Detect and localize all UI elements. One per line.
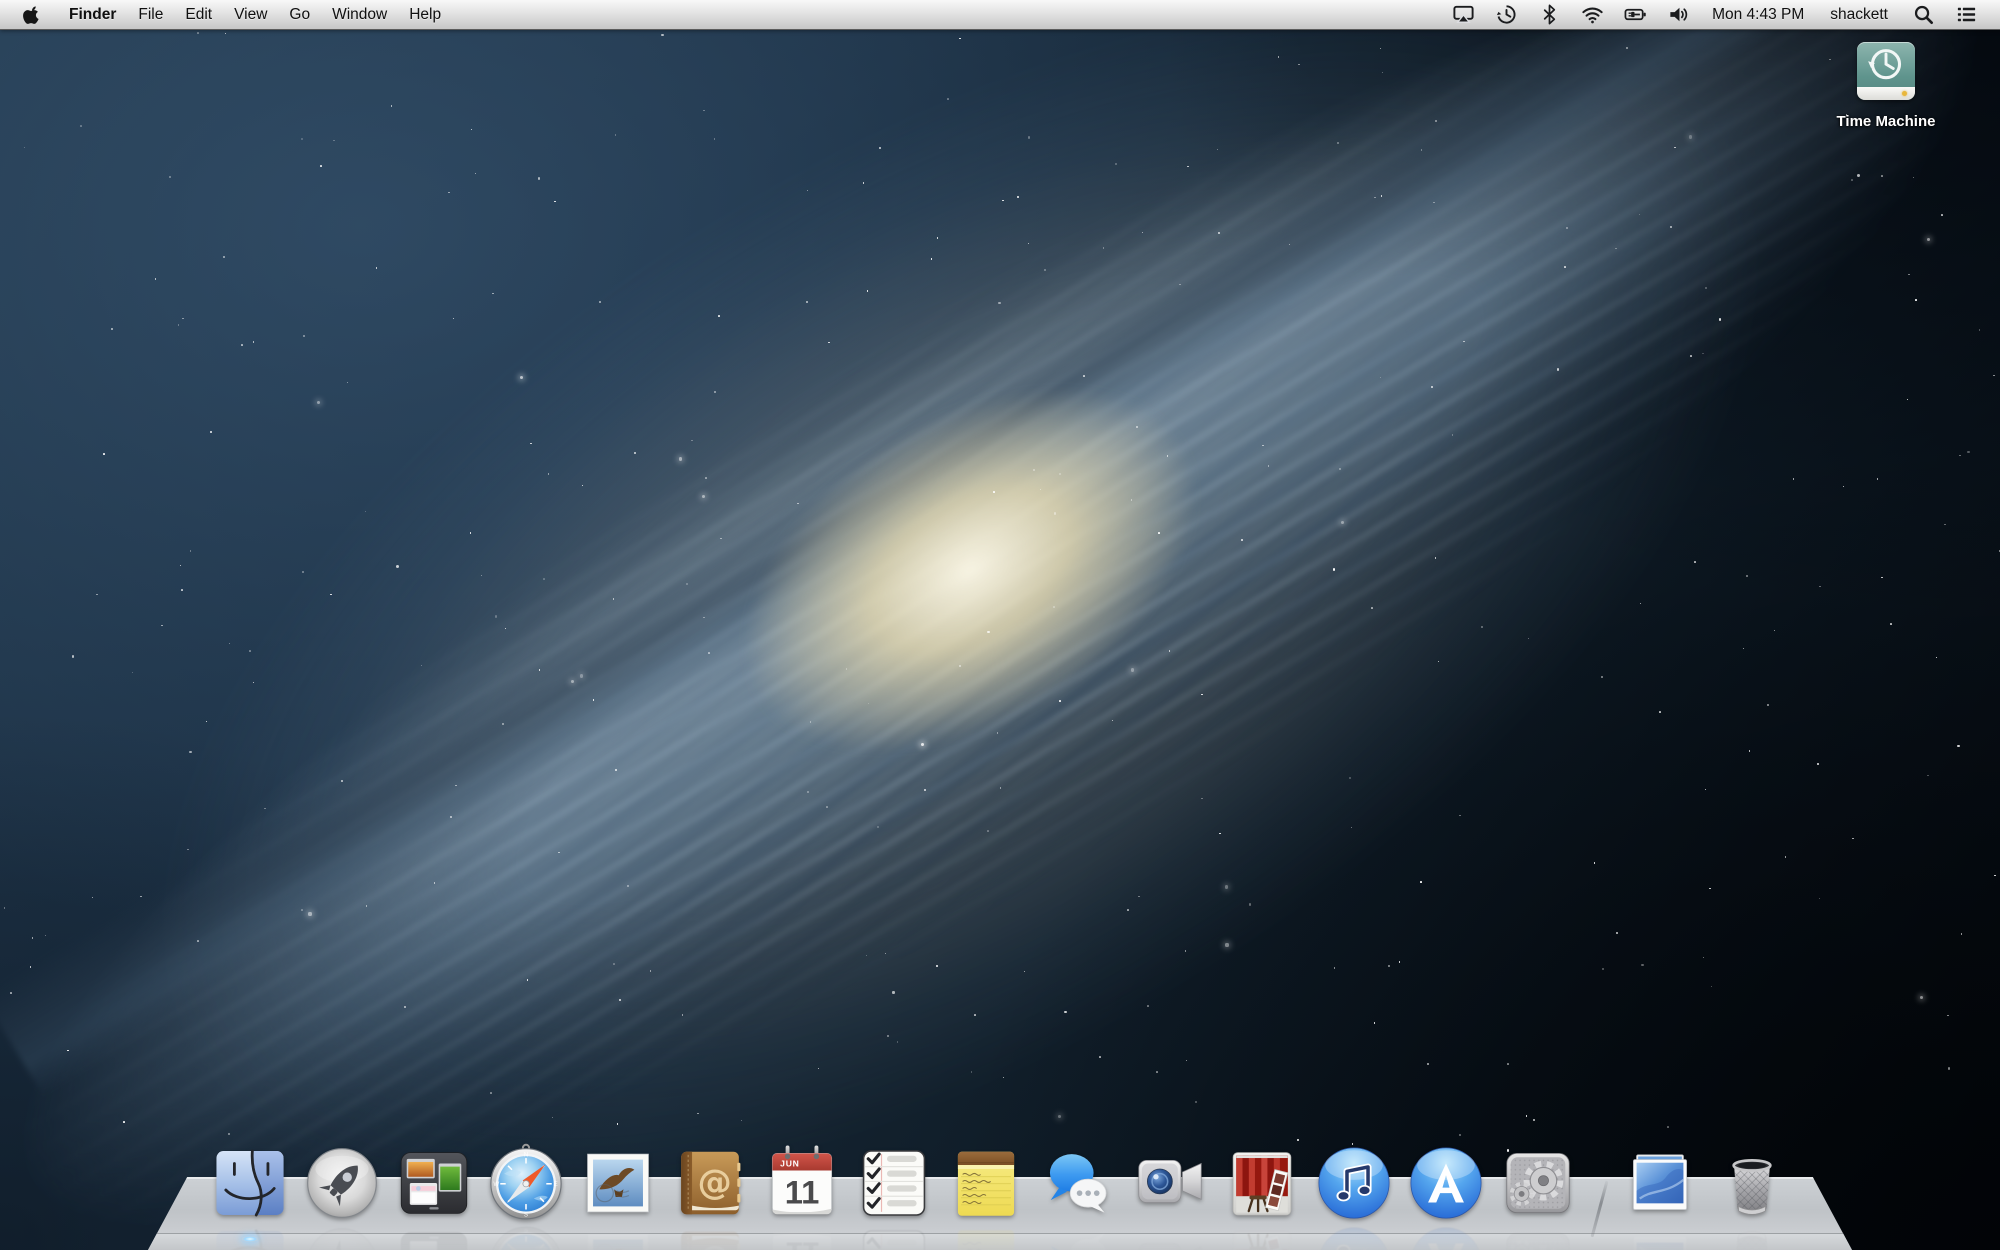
system-preferences-icon [1499, 1144, 1577, 1222]
notes-icon [947, 1144, 1025, 1222]
contacts-icon: @ [671, 1144, 749, 1222]
volume-icon[interactable] [1667, 3, 1690, 26]
menu-file[interactable]: File [127, 0, 174, 29]
star-field [0, 0, 2000, 1250]
menu-go[interactable]: Go [278, 0, 321, 29]
time-machine-drive-icon [1857, 42, 1915, 100]
status-icons [1442, 3, 1700, 26]
dock-items: NSWENSWE@@JUN11JUN11 [211, 1144, 1791, 1222]
app-store-icon [1407, 1144, 1485, 1222]
mission-control-icon [395, 1144, 473, 1222]
dock-separator [1591, 1144, 1607, 1222]
menu-bar-status: Mon 4:43 PM shackett [1442, 0, 2000, 29]
dock-item-trash[interactable] [1713, 1144, 1791, 1222]
status-icons-right [1902, 3, 1988, 26]
trash-icon [1713, 1144, 1791, 1222]
app-menus: FinderFileEditViewGoWindowHelp [52, 0, 452, 29]
desktop-icon-label: Time Machine [1818, 113, 1954, 130]
menu-edit[interactable]: Edit [174, 0, 223, 29]
svg-text:@: @ [698, 1163, 732, 1203]
menu-bar-left: FinderFileEditViewGoWindowHelp [0, 0, 452, 29]
wifi-icon[interactable] [1581, 3, 1604, 26]
airplay-icon[interactable] [1452, 3, 1475, 26]
menu-window[interactable]: Window [321, 0, 398, 29]
menu-clock[interactable]: Mon 4:43 PM [1712, 6, 1804, 24]
dock-item-facetime[interactable] [1131, 1144, 1209, 1222]
dock-item-messages[interactable] [1039, 1144, 1117, 1222]
desktop-screen: Time Machine FinderFileEditViewGoWindowH… [0, 0, 2000, 1250]
svg-text:JUN: JUN [780, 1159, 800, 1169]
menu-help[interactable]: Help [398, 0, 452, 29]
launchpad-icon [303, 1144, 381, 1222]
svg-text:N: N [524, 1151, 529, 1158]
svg-text:11: 11 [785, 1173, 820, 1210]
dock-item-itunes[interactable] [1315, 1144, 1393, 1222]
drive-front-face [1857, 87, 1915, 100]
user-menu[interactable]: shackett [1830, 6, 1888, 24]
dock-item-calendar[interactable]: JUN 11JUN 11 [763, 1144, 841, 1222]
menu-finder[interactable]: Finder [58, 0, 127, 29]
safari-icon: N S W E [487, 1144, 565, 1222]
finder-icon [211, 1144, 289, 1222]
time-machine-icon[interactable] [1495, 3, 1518, 26]
facetime-icon [1131, 1144, 1209, 1222]
drive-led [1902, 91, 1907, 96]
desktop-icon-time-machine[interactable]: Time Machine [1818, 42, 1954, 130]
dock-item-launchpad[interactable] [303, 1144, 381, 1222]
apple-menu-icon[interactable] [22, 5, 42, 25]
bluetooth-icon[interactable] [1538, 3, 1561, 26]
dock-item-finder[interactable] [211, 1144, 289, 1222]
mail-icon [579, 1144, 657, 1222]
svg-text:S: S [524, 1212, 528, 1219]
running-indicator [242, 1236, 258, 1242]
spotlight-icon[interactable] [1912, 3, 1935, 26]
dock-item-system-preferences[interactable] [1499, 1144, 1577, 1222]
svg-text:E: E [554, 1181, 558, 1188]
menu-bar: FinderFileEditViewGoWindowHelp Mon 4:43 … [0, 0, 2000, 30]
menu-view[interactable]: View [223, 0, 278, 29]
dock-item-photo-booth[interactable] [1223, 1144, 1301, 1222]
dock-item-mission-control[interactable] [395, 1144, 473, 1222]
dock-item-safari[interactable]: N S W EN S W E [487, 1144, 565, 1222]
messages-icon [1039, 1144, 1117, 1222]
battery-plugged-icon[interactable] [1624, 3, 1647, 26]
dock-item-stack-documents[interactable] [1621, 1144, 1699, 1222]
calendar-icon: JUN 11 [763, 1144, 841, 1222]
notification-center-icon[interactable] [1955, 3, 1978, 26]
dock-item-app-store[interactable] [1407, 1144, 1485, 1222]
stack-documents-icon [1621, 1144, 1699, 1222]
dock-item-notes[interactable] [947, 1144, 1025, 1222]
dock-item-mail[interactable] [579, 1144, 657, 1222]
reminders-icon [855, 1144, 933, 1222]
dock-item-contacts[interactable]: @@ [671, 1144, 749, 1222]
svg-text:W: W [493, 1181, 499, 1188]
dock-item-reminders[interactable] [855, 1144, 933, 1222]
photo-booth-icon [1223, 1144, 1301, 1222]
itunes-icon [1315, 1144, 1393, 1222]
